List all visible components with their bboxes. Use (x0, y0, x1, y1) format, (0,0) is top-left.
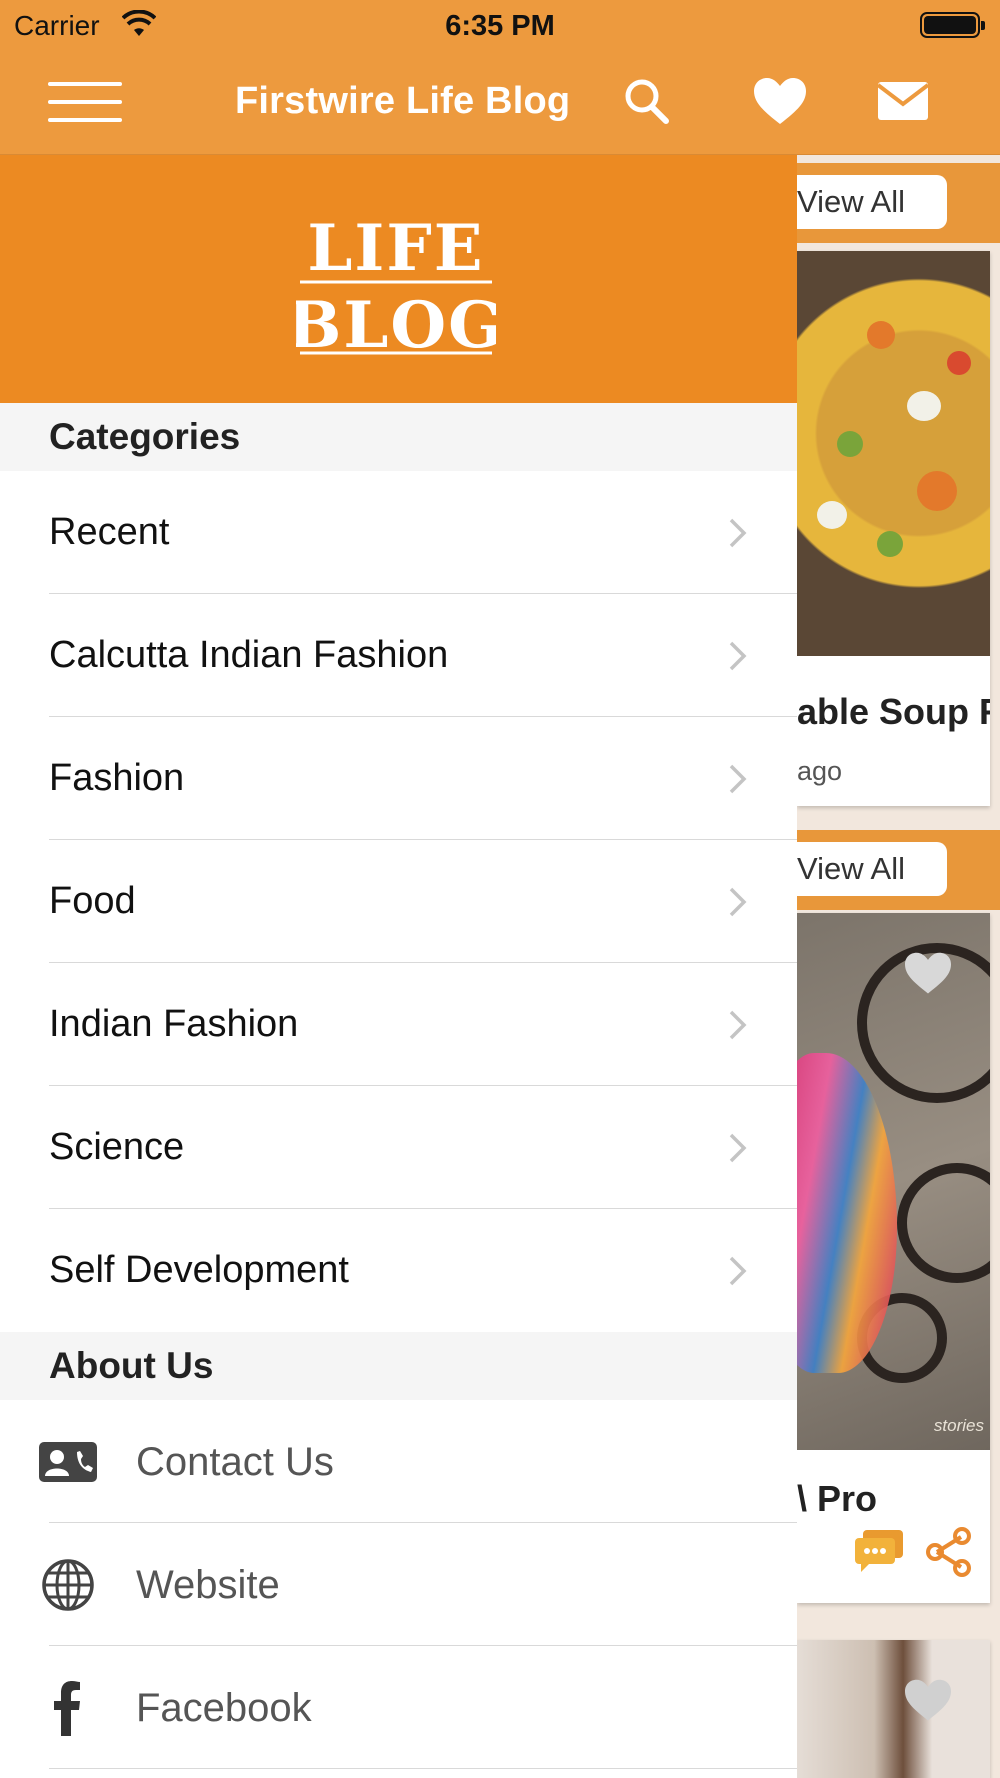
category-label: Fashion (49, 757, 185, 799)
category-item-food[interactable]: Food (0, 840, 797, 963)
about-item-facebook[interactable]: Facebook (0, 1646, 797, 1769)
about-item-contact-us[interactable]: Contact Us (0, 1400, 797, 1523)
view-all-button[interactable]: View All (797, 175, 947, 229)
post-image: stories (797, 913, 990, 1450)
post-title: able Soup R (797, 691, 990, 732)
category-item-indian-fashion[interactable]: Indian Fashion (0, 963, 797, 1086)
logo-line-1: LIFE (307, 211, 484, 286)
section-header: View All (797, 163, 1000, 243)
post-card[interactable] (797, 1640, 990, 1778)
categories-header: Categories (0, 403, 797, 471)
globe-icon (42, 1559, 94, 1611)
heart-icon[interactable] (903, 951, 953, 997)
search-icon[interactable] (620, 76, 676, 128)
top-bar: Carrier 6:35 PM Firstwire Life Blog (0, 0, 1000, 155)
about-label: Contact Us (136, 1440, 334, 1484)
menu-icon[interactable] (48, 82, 122, 122)
post-image (797, 1640, 990, 1778)
app-title: Firstwire Life Blog (235, 80, 571, 122)
facebook-icon (54, 1681, 80, 1736)
category-label: Recent (49, 511, 170, 553)
about-item-website[interactable]: Website (0, 1523, 797, 1646)
category-label: Food (49, 880, 136, 922)
image-watermark: stories (933, 1416, 984, 1435)
category-item-self-development[interactable]: Self Development (0, 1209, 797, 1332)
battery-icon (920, 12, 985, 38)
post-title: \ Pro (797, 1478, 878, 1519)
comment-icon[interactable] (853, 1528, 905, 1574)
mail-icon[interactable] (875, 76, 931, 128)
logo-line-2: BLOG (296, 288, 496, 357)
chevron-right-icon (729, 1256, 747, 1286)
chevron-right-icon (729, 1133, 747, 1163)
section-header: View All (797, 830, 1000, 910)
feed-background: View All able Soup R ago View All storie… (797, 155, 1000, 1778)
post-image (797, 251, 990, 656)
post-card[interactable]: stories \ Pro (797, 913, 990, 1603)
category-item-recent[interactable]: Recent (0, 471, 797, 594)
chevron-right-icon (729, 641, 747, 671)
navbar: Firstwire Life Blog (0, 50, 1000, 155)
heart-icon[interactable] (903, 1678, 953, 1724)
category-label: Indian Fashion (49, 1003, 299, 1045)
view-all-button[interactable]: View All (797, 842, 947, 896)
about-title: About Us (49, 1345, 214, 1386)
contact-card-icon (39, 1442, 97, 1482)
category-label: Science (49, 1126, 185, 1168)
category-label: Self Development (49, 1249, 349, 1291)
chevron-right-icon (729, 764, 747, 794)
chevron-right-icon (729, 1010, 747, 1040)
life-blog-logo: LIFE BLOG (296, 211, 496, 357)
drawer-header: LIFE BLOG (0, 155, 797, 403)
chevron-right-icon (729, 518, 747, 548)
about-label: Facebook (136, 1686, 312, 1730)
about-label: Website (136, 1563, 280, 1607)
status-time: 6:35 PM (445, 10, 555, 42)
category-item-calcutta-indian-fashion[interactable]: Calcutta Indian Fashion (0, 594, 797, 717)
about-header: About Us (0, 1332, 797, 1400)
side-drawer: LIFE BLOG Categories Recent Calcutta Ind… (0, 155, 797, 1778)
category-item-fashion[interactable]: Fashion (0, 717, 797, 840)
post-time: ago (797, 756, 843, 786)
category-label: Calcutta Indian Fashion (49, 634, 449, 676)
share-icon[interactable] (925, 1527, 973, 1577)
categories-title: Categories (49, 416, 241, 457)
status-bar: Carrier 6:35 PM (0, 0, 1000, 50)
category-item-science[interactable]: Science (0, 1086, 797, 1209)
chevron-right-icon (729, 887, 747, 917)
post-card[interactable]: able Soup R ago (797, 251, 990, 806)
heart-icon[interactable] (752, 76, 808, 128)
